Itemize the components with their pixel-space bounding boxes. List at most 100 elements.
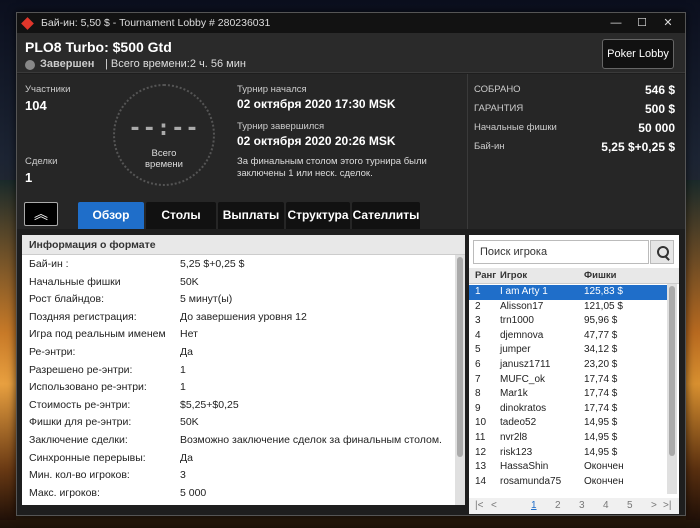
starting-chips-label: Начальные фишки bbox=[474, 122, 557, 133]
format-row: Синхронные перерывы: Да bbox=[22, 449, 465, 467]
format-scrollbar-thumb[interactable] bbox=[457, 257, 463, 457]
collected-label: СОБРАНО bbox=[474, 84, 521, 95]
format-row: Рост блайндов: 5 минут(ы) bbox=[22, 290, 465, 308]
format-info-title: Информация о формате bbox=[22, 235, 465, 255]
player-rank: 6 bbox=[475, 359, 481, 370]
tab-bar: Обзор Столы Выплаты Структура Сателлиты bbox=[78, 202, 422, 229]
tournament-lobby-window: Бай-ин: 5,50 $ - Tournament Lobby # 2802… bbox=[16, 12, 686, 516]
page-link-2[interactable]: 2 bbox=[555, 500, 561, 511]
tab-tables[interactable]: Столы bbox=[146, 202, 216, 229]
end-value: 02 октября 2020 20:26 MSK bbox=[237, 134, 396, 148]
player-row[interactable]: 3 trn1000 95,96 $ bbox=[469, 314, 667, 329]
page-link-4[interactable]: 4 bbox=[603, 500, 609, 511]
player-rank: 14 bbox=[475, 475, 487, 487]
format-row: Мин. кол-во игроков: 3 bbox=[22, 466, 465, 484]
players-scrollbar[interactable] bbox=[667, 284, 677, 494]
tab-overview[interactable]: Обзор bbox=[78, 202, 144, 229]
starting-chips-value: 50 000 bbox=[638, 121, 675, 135]
player-search-input[interactable]: Поиск игрока bbox=[473, 240, 649, 264]
player-row[interactable]: 12 risk123 14,95 $ bbox=[469, 446, 667, 461]
rank-column-header[interactable]: Ранг bbox=[475, 270, 496, 281]
player-chips: 14,95 $ bbox=[584, 432, 618, 443]
player-row[interactable]: 5 jumper 34,12 $ bbox=[469, 343, 667, 358]
player-rank: 7 bbox=[475, 373, 481, 385]
tournament-info-panel: Участники 104 Сделки 1 --:-- Всего времен… bbox=[17, 74, 685, 229]
participants-label: Участники bbox=[25, 84, 71, 95]
format-row-label: Стоимость ре-энтри: bbox=[29, 398, 131, 411]
start-label: Турнир начался bbox=[237, 84, 307, 95]
player-row[interactable]: 9 dinokratos 17,74 $ bbox=[469, 402, 667, 417]
start-value: 02 октября 2020 17:30 MSK bbox=[237, 97, 396, 111]
next-page-icon[interactable]: > bbox=[651, 500, 657, 511]
tab-satellites[interactable]: Сателлиты bbox=[352, 202, 420, 229]
chips-column-header[interactable]: Фишки bbox=[584, 270, 616, 281]
minimize-icon[interactable]: — bbox=[603, 15, 629, 31]
player-rank: 13 bbox=[475, 461, 487, 473]
format-row-value: 5 000 bbox=[180, 486, 207, 499]
player-name: I am Arty 1 bbox=[500, 286, 548, 297]
format-row-value: 5,25 $+0,25 $ bbox=[180, 258, 245, 270]
end-label: Турнир завершился bbox=[237, 121, 325, 132]
format-row-label: Поздняя регистрация: bbox=[29, 310, 137, 323]
player-row[interactable]: 7 MUFC_ok 17,74 $ bbox=[469, 373, 667, 388]
format-row: Использовано ре-энтри: 1 bbox=[22, 378, 465, 396]
player-rank: 9 bbox=[475, 402, 481, 414]
collapse-button[interactable]: ︽ bbox=[24, 202, 58, 226]
format-row-value: До завершения уровня 12 bbox=[180, 310, 307, 323]
player-name: dinokratos bbox=[500, 402, 547, 414]
player-chips: 34,12 $ bbox=[584, 344, 618, 356]
player-rank: 5 bbox=[475, 344, 481, 356]
player-rank: 3 bbox=[475, 315, 481, 327]
player-name: tadeo52 bbox=[500, 417, 537, 429]
format-row: Начальные фишки 50K bbox=[22, 273, 465, 291]
players-scrollbar-thumb[interactable] bbox=[669, 286, 675, 456]
player-row[interactable]: 6 janusz1711 23,20 $ bbox=[469, 358, 667, 373]
format-row-label: Заключение сделки: bbox=[29, 433, 128, 446]
last-page-icon[interactable]: >| bbox=[663, 500, 671, 511]
page-link-1[interactable]: 1 bbox=[531, 500, 537, 511]
player-chips: 125,83 $ bbox=[584, 286, 623, 297]
title-bar: Бай-ин: 5,50 $ - Tournament Lobby # 2802… bbox=[17, 13, 685, 33]
player-row[interactable]: 14 rosamunda75 Окончен bbox=[469, 475, 667, 490]
buyin-value: 5,25 $+0,25 $ bbox=[601, 140, 675, 154]
player-row[interactable]: 4 djemnova 47,77 $ bbox=[469, 329, 667, 344]
format-info-panel: Информация о формате Бай-ин : 5,25 $+0,25… bbox=[22, 235, 465, 505]
player-chips: 47,77 $ bbox=[584, 329, 618, 341]
player-name: nvr2l8 bbox=[500, 432, 528, 443]
player-name: Alisson17 bbox=[500, 300, 544, 312]
tab-payouts[interactable]: Выплаты bbox=[218, 202, 284, 229]
player-row[interactable]: 2 Alisson17 121,05 $ bbox=[469, 300, 667, 315]
page-link-5[interactable]: 5 bbox=[627, 500, 633, 511]
player-column-header[interactable]: Игрок bbox=[500, 270, 527, 281]
tab-structure[interactable]: Структура bbox=[286, 202, 350, 229]
total-time: | Всего времени:2 ч. 56 мин bbox=[105, 58, 246, 70]
format-row-label: Синхронные перерывы: bbox=[29, 451, 146, 464]
guarantee-value: 500 $ bbox=[644, 102, 675, 116]
tournament-header: PLO8 Turbo: $500 Gtd Завершен | Всего вр… bbox=[17, 33, 685, 73]
format-row: Макс. игроков: 5 000 bbox=[22, 484, 465, 502]
format-row: Поздняя регистрация: До завершения уровня… bbox=[22, 308, 465, 326]
player-chips: 17,74 $ bbox=[584, 373, 618, 385]
prev-page-icon[interactable]: < bbox=[491, 500, 497, 511]
format-row-value: Нет bbox=[180, 328, 198, 341]
player-name: trn1000 bbox=[500, 315, 534, 327]
format-scrollbar[interactable] bbox=[455, 255, 465, 505]
player-row[interactable]: 10 tadeo52 14,95 $ bbox=[469, 416, 667, 431]
player-row[interactable]: 1 I am Arty 1 125,83 $ bbox=[469, 285, 667, 300]
player-rank: 10 bbox=[475, 417, 487, 429]
close-icon[interactable]: ✕ bbox=[655, 15, 681, 31]
player-row[interactable]: 13 HassaShin Окончен bbox=[469, 460, 667, 475]
window-title: Бай-ин: 5,50 $ - Tournament Lobby # 2802… bbox=[41, 17, 271, 29]
page-link-3[interactable]: 3 bbox=[579, 500, 585, 511]
first-page-icon[interactable]: |< bbox=[475, 500, 483, 511]
player-row[interactable]: 8 Mar1k 17,74 $ bbox=[469, 387, 667, 402]
format-row-label: Использовано ре-энтри: bbox=[29, 381, 147, 394]
player-name: janusz1711 bbox=[500, 359, 551, 370]
maximize-icon[interactable]: ☐ bbox=[629, 15, 655, 31]
search-icon[interactable] bbox=[650, 240, 674, 264]
format-row-label: Ре-энтри: bbox=[29, 345, 76, 358]
poker-lobby-button[interactable]: Poker Lobby bbox=[602, 39, 674, 69]
double-chevron-up-icon: ︽ bbox=[34, 206, 48, 222]
player-row[interactable]: 11 nvr2l8 14,95 $ bbox=[469, 431, 667, 446]
player-chips: Окончен bbox=[584, 475, 624, 487]
